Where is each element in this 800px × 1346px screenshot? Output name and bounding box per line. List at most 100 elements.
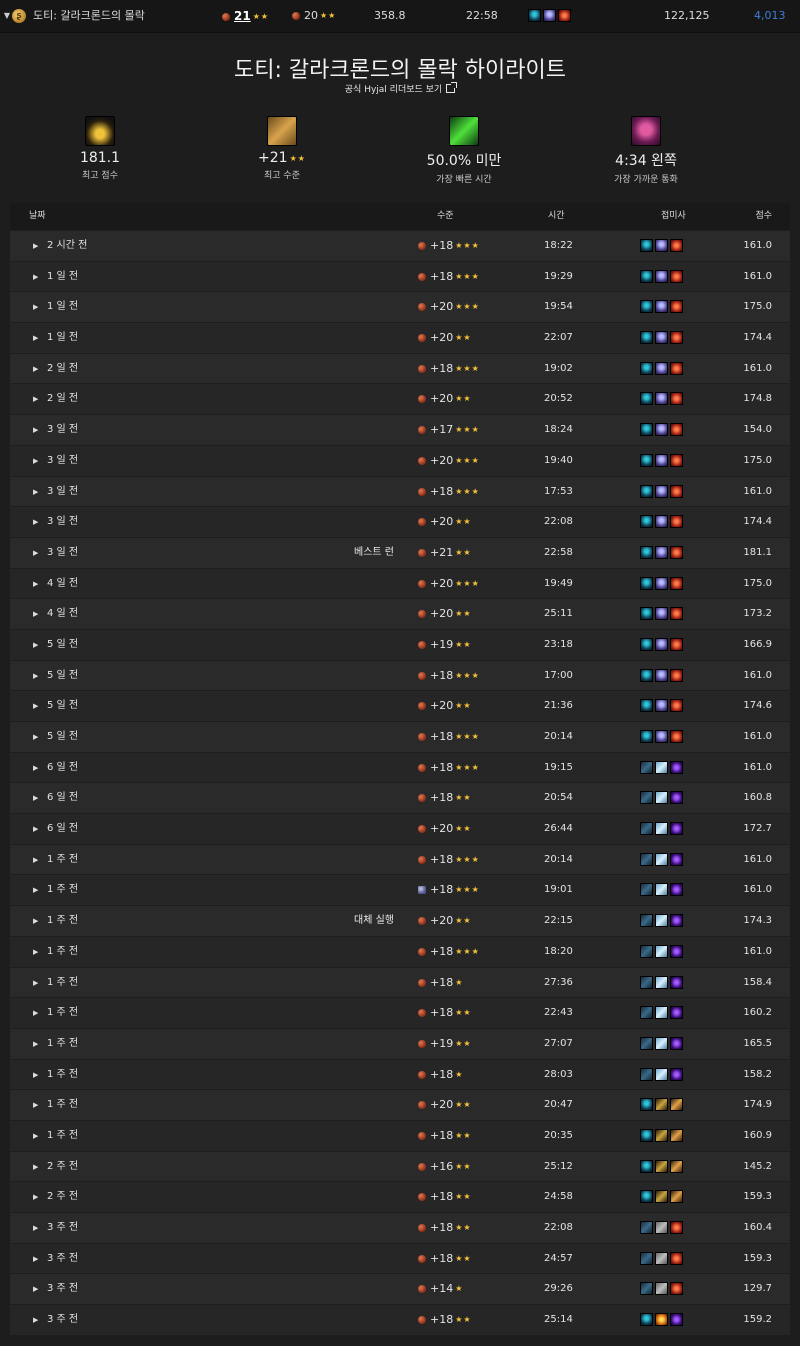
expand-icon[interactable]: ▶ bbox=[33, 661, 38, 692]
keystone-icon bbox=[418, 886, 426, 895]
table-row[interactable]: ▶ 2 시간 전 +18 ★★★ 18:22 161.0 bbox=[10, 230, 790, 261]
expand-icon[interactable]: ▶ bbox=[33, 998, 38, 1029]
expand-icon[interactable]: ▶ bbox=[33, 814, 38, 845]
expand-icon[interactable]: ▶ bbox=[33, 569, 38, 600]
table-row[interactable]: ▶ 2 일 전 +18 ★★★ 19:02 161.0 bbox=[10, 352, 790, 385]
expand-icon[interactable]: ▶ bbox=[33, 1121, 38, 1152]
table-row[interactable]: ▶ 1 주 전 +18 ★★ 22:43 160.2 bbox=[10, 997, 790, 1028]
run-time: 22:58 bbox=[544, 546, 573, 558]
expand-icon[interactable]: ▶ bbox=[33, 906, 38, 937]
expand-icon[interactable]: ▶ bbox=[33, 354, 38, 385]
expand-icon[interactable]: ▶ bbox=[33, 722, 38, 753]
expand-icon[interactable]: ▶ bbox=[33, 1152, 38, 1183]
table-row[interactable]: ▶ 1 주 전 +19 ★★ 27:07 165.5 bbox=[10, 1027, 790, 1060]
run-level: +18 ★★ bbox=[418, 1244, 472, 1275]
run-score: 129.7 bbox=[743, 1283, 772, 1295]
keystone-icon bbox=[418, 763, 426, 772]
table-row[interactable]: ▶ 1 일 전 +18 ★★★ 19:29 161.0 bbox=[10, 260, 790, 293]
expand-icon[interactable]: ▶ bbox=[33, 1060, 38, 1091]
table-row[interactable]: ▶ 4 일 전 +20 ★★ 25:11 173.2 bbox=[10, 598, 790, 629]
table-row[interactable]: ▶ 1 주 전 +18 ★★★ 18:20 161.0 bbox=[10, 935, 790, 968]
table-row[interactable]: ▶ 4 일 전 +20 ★★★ 19:49 175.0 bbox=[10, 567, 790, 600]
table-row[interactable]: ▶ 5 일 전 +20 ★★ 21:36 174.6 bbox=[10, 690, 790, 721]
header-score[interactable]: 점수 bbox=[755, 203, 772, 230]
table-row[interactable]: ▶ 3 주 전 +18 ★★ 25:14 159.2 bbox=[10, 1304, 790, 1335]
table-row[interactable]: ▶ 3 일 전 +18 ★★★ 17:53 161.0 bbox=[10, 475, 790, 508]
expand-icon[interactable]: ▶ bbox=[33, 1182, 38, 1213]
run-note: 베스트 런 bbox=[354, 546, 394, 558]
table-row[interactable]: ▶ 1 주 전 +18 ★★★ 19:01 161.0 bbox=[10, 874, 790, 906]
expand-icon[interactable]: ▶ bbox=[33, 1244, 38, 1275]
expand-icon[interactable]: ▶ bbox=[33, 384, 38, 415]
spec-icon bbox=[528, 9, 541, 22]
header-time[interactable]: 시간 bbox=[548, 203, 565, 230]
table-row[interactable]: ▶ 5 일 전 +19 ★★ 23:18 166.9 bbox=[10, 628, 790, 661]
table-row[interactable]: ▶ 2 일 전 +20 ★★ 20:52 174.8 bbox=[10, 383, 790, 415]
spec-resto-icon bbox=[670, 668, 683, 682]
expand-icon[interactable]: ▶ bbox=[33, 845, 38, 876]
table-row[interactable]: ▶ 1 주 전 +18 ★★ 20:35 160.9 bbox=[10, 1119, 790, 1152]
expand-icon[interactable]: ▶ bbox=[33, 1274, 38, 1305]
table-row[interactable]: ▶ 3 주 전 +18 ★★ 22:08 160.4 bbox=[10, 1212, 790, 1243]
table-row[interactable]: ▶ 2 주 전 +16 ★★ 25:12 145.2 bbox=[10, 1150, 790, 1183]
table-row[interactable]: ▶ 1 주 전 +18 ★ 28:03 158.2 bbox=[10, 1058, 790, 1091]
run-level: +20 ★★ bbox=[418, 814, 472, 845]
table-row[interactable]: ▶ 1 주 전 +18 ★ 27:36 158.4 bbox=[10, 966, 790, 999]
table-row[interactable]: ▶ 2 주 전 +18 ★★ 24:58 159.3 bbox=[10, 1181, 790, 1212]
expand-icon[interactable]: ▶ bbox=[33, 691, 38, 722]
expand-icon[interactable]: ▶ bbox=[33, 323, 38, 354]
expand-icon[interactable]: ▶ bbox=[33, 507, 38, 538]
table-row[interactable]: ▶ 6 일 전 +18 ★★ 20:54 160.8 bbox=[10, 782, 790, 814]
header-composition[interactable]: 접미사 bbox=[661, 203, 686, 230]
expand-icon[interactable]: ▶ bbox=[33, 630, 38, 661]
expand-icon[interactable]: ▶ bbox=[33, 538, 38, 569]
table-row[interactable]: ▶ 1 주 전 +18 ★★★ 20:14 161.0 bbox=[10, 843, 790, 876]
expand-icon[interactable]: ▶ bbox=[33, 599, 38, 630]
header-level[interactable]: 수준 bbox=[437, 203, 454, 230]
table-row[interactable]: ▶ 1 일 전 +20 ★★ 22:07 174.4 bbox=[10, 322, 790, 353]
expand-icon[interactable]: ▶ bbox=[33, 937, 38, 968]
run-score: 174.4 bbox=[743, 516, 772, 528]
spec-frost-icon bbox=[640, 975, 653, 989]
leaderboard-link[interactable]: 공식 Hyjal 리더보드 보기 bbox=[0, 82, 800, 95]
expand-icon[interactable]: ▶ bbox=[33, 753, 38, 784]
table-row[interactable]: ▶ 3 주 전 +18 ★★ 24:57 159.3 bbox=[10, 1242, 790, 1275]
expand-icon[interactable]: ▶ bbox=[33, 783, 38, 814]
table-row[interactable]: ▶ 3 일 전 베스트 런 +21 ★★ 22:58 181.1 bbox=[10, 536, 790, 569]
expand-icon[interactable]: ▶ bbox=[33, 292, 38, 323]
table-row[interactable]: ▶ 3 주 전 +14 ★ 29:26 129.7 bbox=[10, 1273, 790, 1305]
collapse-chevron-icon[interactable]: ▼ bbox=[2, 0, 12, 32]
table-row[interactable]: ▶ 6 일 전 +18 ★★★ 19:15 161.0 bbox=[10, 751, 790, 784]
table-row[interactable]: ▶ 3 일 전 +20 ★★★ 19:40 175.0 bbox=[10, 444, 790, 477]
expand-icon[interactable]: ▶ bbox=[33, 968, 38, 999]
table-row[interactable]: ▶ 1 주 전 대체 실행 +20 ★★ 22:15 174.3 bbox=[10, 905, 790, 936]
spec-shadow-icon bbox=[670, 1067, 683, 1081]
table-row[interactable]: ▶ 1 일 전 +20 ★★★ 19:54 175.0 bbox=[10, 291, 790, 323]
expand-icon[interactable]: ▶ bbox=[33, 875, 38, 906]
best-level[interactable]: 21 ★★ bbox=[222, 0, 269, 32]
expand-icon[interactable]: ▶ bbox=[33, 1090, 38, 1121]
table-row[interactable]: ▶ 3 일 전 +20 ★★ 22:08 174.4 bbox=[10, 506, 790, 537]
spec-vengeance-icon bbox=[655, 607, 668, 621]
table-row[interactable]: ▶ 5 일 전 +18 ★★★ 17:00 161.0 bbox=[10, 659, 790, 692]
expand-icon[interactable]: ▶ bbox=[33, 1305, 38, 1336]
expand-icon[interactable]: ▶ bbox=[33, 1213, 38, 1244]
run-date: 5 일 전 bbox=[47, 731, 79, 742]
expand-icon[interactable]: ▶ bbox=[33, 231, 38, 262]
run-summary-bar[interactable]: ▼ ʂ 도티: 갈라크론드의 몰락 21 ★★ 20 ★★ 358.8 22:58 … bbox=[0, 0, 800, 33]
spec-shadow-icon bbox=[670, 975, 683, 989]
spec-ice-icon bbox=[655, 852, 668, 866]
expand-icon[interactable]: ▶ bbox=[33, 415, 38, 446]
expand-icon[interactable]: ▶ bbox=[33, 446, 38, 477]
table-row[interactable]: ▶ 1 주 전 +20 ★★ 20:47 174.9 bbox=[10, 1089, 790, 1120]
external-link-icon bbox=[446, 82, 458, 93]
header-date[interactable]: 날짜 bbox=[29, 203, 46, 230]
run-level: +16 ★★ bbox=[418, 1152, 472, 1183]
table-row[interactable]: ▶ 6 일 전 +20 ★★ 26:44 172.7 bbox=[10, 813, 790, 844]
table-row[interactable]: ▶ 5 일 전 +18 ★★★ 20:14 161.0 bbox=[10, 721, 790, 752]
rank-link[interactable]: 4,013 bbox=[754, 0, 786, 32]
expand-icon[interactable]: ▶ bbox=[33, 262, 38, 293]
table-row[interactable]: ▶ 3 일 전 +17 ★★★ 18:24 154.0 bbox=[10, 414, 790, 445]
expand-icon[interactable]: ▶ bbox=[33, 1029, 38, 1060]
expand-icon[interactable]: ▶ bbox=[33, 477, 38, 508]
